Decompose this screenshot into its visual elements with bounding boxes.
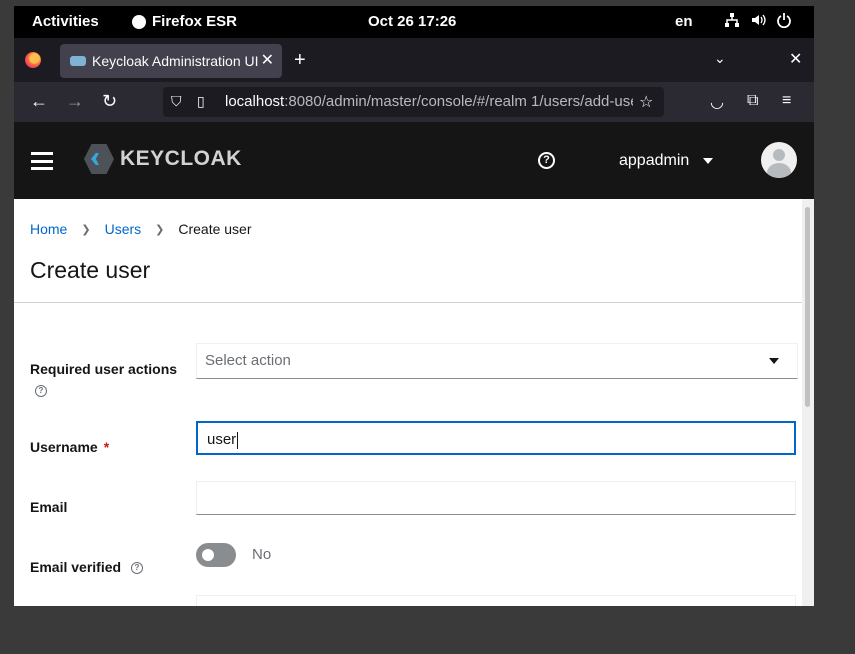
hamburger-menu-icon[interactable] xyxy=(31,152,53,170)
browser-tab-active[interactable]: Keycloak Administration UI ✕ xyxy=(60,44,282,78)
new-tab-icon[interactable]: + xyxy=(294,49,306,72)
browser-nav-bar: ← → ↻ ⛉ ▯ localhost:8080/admin/master/co… xyxy=(14,82,814,122)
avatar[interactable] xyxy=(761,142,797,178)
toggle-knob xyxy=(202,549,214,561)
scrollbar[interactable] xyxy=(802,199,814,606)
bookmark-star-icon[interactable]: ☆ xyxy=(639,92,653,112)
email-verified-toggle[interactable] xyxy=(196,543,236,567)
close-window-icon[interactable]: ✕ xyxy=(789,49,802,69)
lock-icon[interactable]: ▯ xyxy=(197,93,205,110)
caret-down-icon xyxy=(769,358,779,364)
help-icon[interactable]: ? xyxy=(35,385,47,397)
divider xyxy=(14,302,802,303)
pocket-icon[interactable]: ◡ xyxy=(710,92,724,112)
required-actions-label: Required user actions xyxy=(30,361,178,377)
screen: Activities Firefox ESR Oct 26 17:26 en K… xyxy=(14,6,814,606)
page-title: Create user xyxy=(30,257,151,283)
help-icon[interactable]: ? xyxy=(538,152,555,169)
username-field[interactable]: user xyxy=(196,421,796,455)
reload-icon[interactable]: ↻ xyxy=(102,91,117,112)
breadcrumb-current: Create user xyxy=(178,221,252,237)
keycloak-header: KEYCLOAK ? appadmin xyxy=(14,122,814,199)
email-field[interactable] xyxy=(196,481,796,515)
network-icon xyxy=(725,13,739,27)
email-label: Email xyxy=(30,499,68,515)
required-actions-select[interactable]: Select action xyxy=(196,343,798,379)
firefox-view-icon[interactable] xyxy=(25,52,41,68)
power-icon xyxy=(777,13,791,28)
scrollbar-thumb[interactable] xyxy=(805,207,810,407)
breadcrumb-users[interactable]: Users xyxy=(105,221,142,237)
username-label: appadmin xyxy=(619,152,690,169)
keycloak-logo[interactable]: KEYCLOAK xyxy=(84,144,242,174)
email-verified-label: Email verified ? xyxy=(30,559,143,575)
email-verified-state: No xyxy=(252,546,272,563)
chevron-down-icon[interactable]: ⌄ xyxy=(714,50,726,67)
extensions-icon[interactable]: ⧉ xyxy=(747,92,758,110)
menu-icon[interactable]: ≡ xyxy=(782,92,791,110)
keycloak-logo-icon xyxy=(84,144,114,174)
clock[interactable]: Oct 26 17:26 xyxy=(368,13,456,30)
user-dropdown[interactable]: appadmin xyxy=(619,152,714,170)
main-content: Home ❯ Users ❯ Create user Create user R… xyxy=(14,199,814,606)
system-menu[interactable] xyxy=(724,12,792,28)
caret-down-icon xyxy=(703,158,714,164)
firefox-icon xyxy=(132,14,146,29)
first-name-field[interactable] xyxy=(196,595,796,606)
text-cursor xyxy=(237,431,239,449)
username-label: Username * xyxy=(30,439,110,455)
app-menu[interactable]: Firefox ESR xyxy=(132,13,237,30)
logo-text: KEYCLOAK xyxy=(120,147,242,170)
breadcrumb-home[interactable]: Home xyxy=(30,221,67,237)
shield-icon[interactable]: ⛉ xyxy=(171,93,182,110)
back-icon[interactable]: ← xyxy=(30,91,48,112)
language-indicator[interactable]: en xyxy=(675,13,693,30)
help-icon[interactable]: ? xyxy=(130,562,143,575)
activities-button[interactable]: Activities xyxy=(32,13,99,30)
select-placeholder: Select action xyxy=(205,352,291,369)
url-bar[interactable]: ⛉ ▯ localhost:8080/admin/master/console/… xyxy=(163,87,664,117)
browser-tab-bar: Keycloak Administration UI ✕ + ⌄ ✕ xyxy=(14,38,814,82)
breadcrumb: Home ❯ Users ❯ Create user xyxy=(30,221,252,237)
forward-icon[interactable]: → xyxy=(66,91,84,112)
app-name: Firefox ESR xyxy=(152,13,238,30)
close-tab-icon[interactable]: ✕ xyxy=(261,50,274,70)
tab-title: Keycloak Administration UI xyxy=(92,53,259,69)
chevron-right-icon: ❯ xyxy=(155,223,165,236)
url-text[interactable]: localhost:8080/admin/master/console/#/re… xyxy=(225,93,633,110)
system-top-bar: Activities Firefox ESR Oct 26 17:26 en xyxy=(14,6,814,38)
username-value: user xyxy=(207,431,237,448)
required-marker: * xyxy=(103,439,110,455)
keycloak-favicon-icon xyxy=(70,56,86,66)
chevron-right-icon: ❯ xyxy=(81,223,91,236)
volume-icon xyxy=(752,14,766,26)
